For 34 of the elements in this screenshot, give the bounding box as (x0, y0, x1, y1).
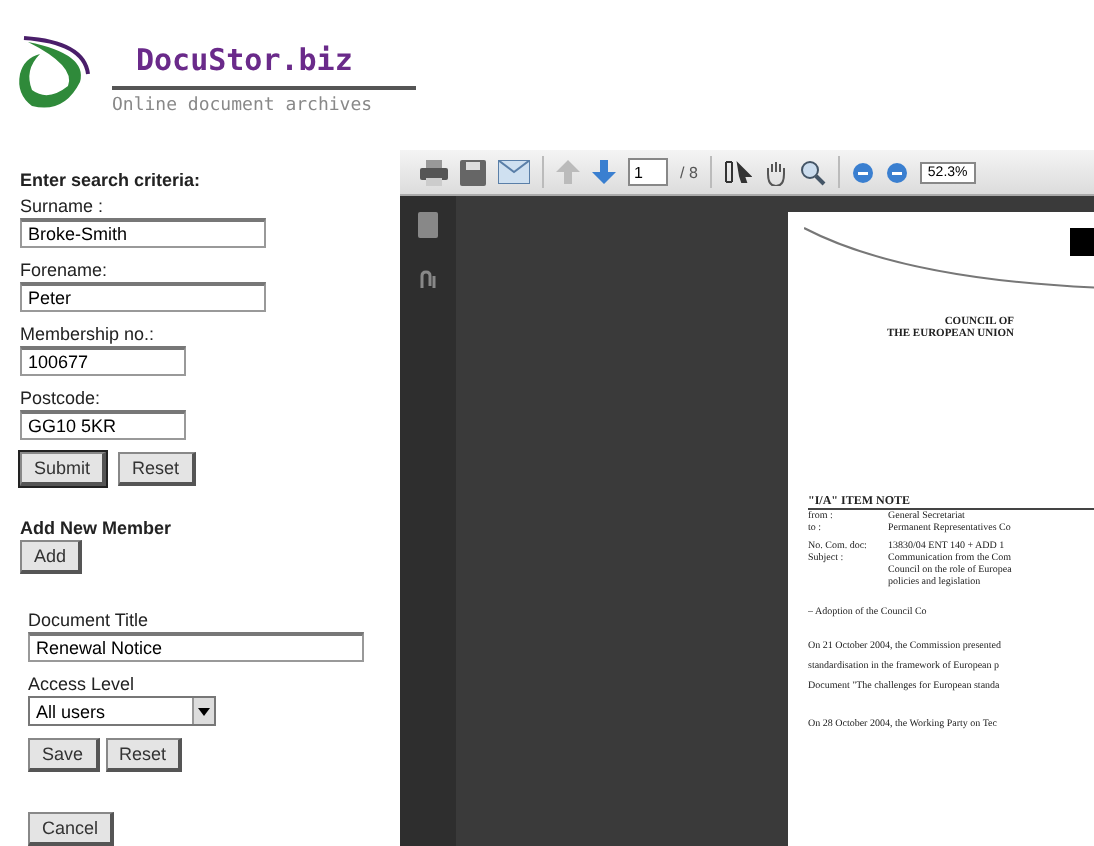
brand-tagline: Online document archives (112, 94, 375, 116)
brand-name: DocuStor.biz (112, 42, 416, 90)
text-select-icon[interactable] (723, 160, 752, 184)
reset-button[interactable]: Reset (118, 452, 196, 486)
submit-button[interactable]: Submit (20, 452, 107, 486)
field-label: Document Title (28, 610, 151, 630)
hand-icon[interactable] (763, 159, 788, 185)
caret-icon (198, 707, 210, 715)
emblem-icon (1070, 228, 1094, 256)
text-field[interactable]: Peter (20, 282, 266, 312)
access-level-select[interactable]: All users (28, 696, 216, 726)
text-field[interactable]: 100677 (20, 346, 186, 376)
zoom-icon[interactable] (799, 159, 826, 185)
text-field[interactable]: Renewal Notice (28, 632, 364, 662)
arrow-down-icon[interactable] (592, 160, 616, 184)
reset-button[interactable]: Reset (105, 738, 183, 772)
save-button[interactable]: Save (28, 738, 100, 772)
add-button[interactable]: Add (20, 540, 83, 574)
field-label: Membership no.: (20, 324, 157, 344)
field-label: Postcode: (20, 388, 103, 408)
field-label: Access Level (28, 674, 137, 694)
field-label: Surname : (20, 196, 106, 216)
page-count: / 8 (680, 163, 698, 181)
save-icon[interactable] (460, 159, 486, 185)
cancel-button[interactable]: Cancel (28, 812, 115, 846)
section-heading: Add New Member (20, 518, 174, 538)
text-field[interactable]: Broke-Smith (20, 218, 266, 248)
print-icon[interactable] (420, 159, 448, 185)
search-heading: Enter search criteria: (20, 170, 203, 190)
text-field[interactable]: GG10 5KR (20, 410, 186, 440)
field-label: Forename: (20, 260, 110, 280)
page-field[interactable]: 1 (628, 158, 668, 186)
email-icon[interactable] (498, 160, 530, 184)
zoom-out-icon[interactable] (851, 161, 874, 183)
